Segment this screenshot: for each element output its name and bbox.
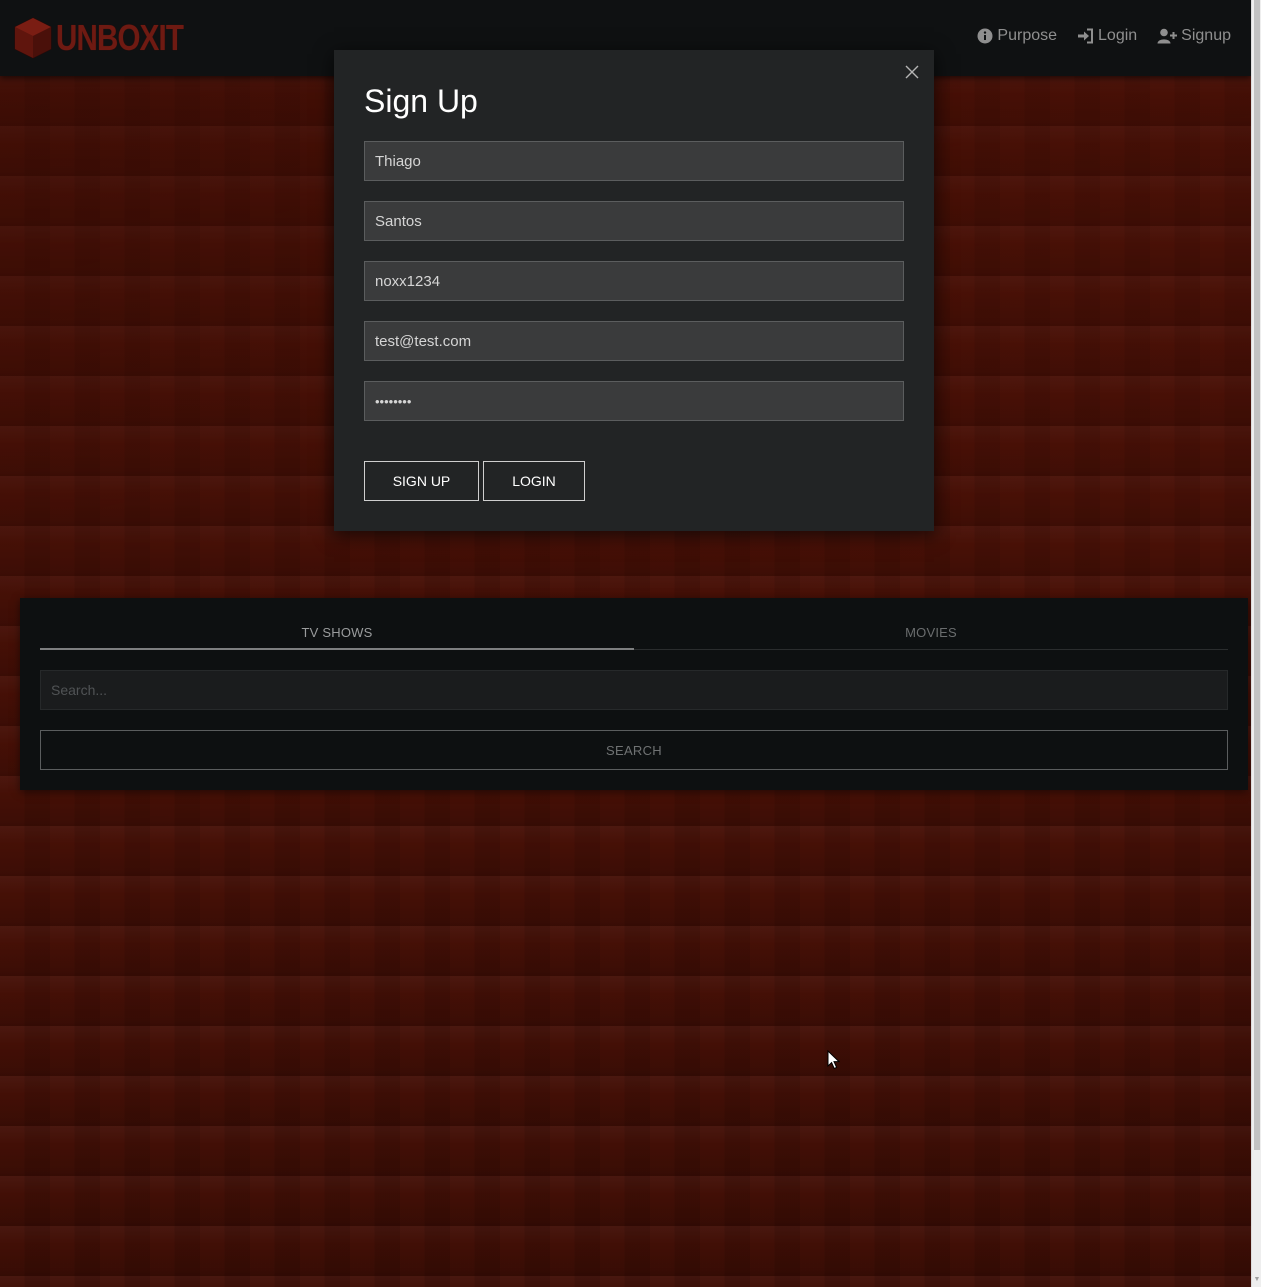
signup-button[interactable]: SIGN UP [364, 461, 479, 501]
scroll-down-arrow-icon[interactable]: ▼ [1253, 1276, 1261, 1284]
first-name-field[interactable] [364, 141, 904, 181]
search-input[interactable] [40, 670, 1228, 710]
info-circle-icon [977, 28, 993, 44]
sign-in-icon [1078, 28, 1094, 44]
nav-link-login[interactable]: Login [1077, 27, 1137, 45]
cube-logo-icon [14, 17, 52, 59]
nav-links: Purpose Login Signup [977, 27, 1231, 45]
nav-link-login-label: Login [1098, 27, 1138, 44]
tab-movies[interactable]: MOVIES [634, 621, 1228, 649]
media-tabs: TV SHOWS MOVIES [40, 621, 1228, 650]
nav-link-signup-label: Signup [1181, 27, 1231, 44]
tab-tv-shows[interactable]: TV SHOWS [40, 621, 634, 650]
last-name-field[interactable] [364, 201, 904, 241]
password-field[interactable] [364, 381, 904, 421]
username-field[interactable] [364, 261, 904, 301]
login-button[interactable]: LOGIN [483, 461, 585, 501]
mouse-cursor-icon [827, 1050, 841, 1070]
brand-name: UNBOXIT [56, 17, 184, 58]
close-icon[interactable] [904, 64, 920, 80]
email-field[interactable] [364, 321, 904, 361]
scrollbar-thumb[interactable] [1254, 0, 1260, 1150]
signup-modal: Sign Up SIGN UP LOGIN [334, 50, 934, 531]
user-plus-icon [1157, 28, 1178, 44]
search-panel: TV SHOWS MOVIES SEARCH [20, 598, 1248, 790]
nav-link-purpose-label: Purpose [997, 27, 1058, 44]
brand-logo[interactable]: UNBOXIT [12, 14, 211, 62]
search-button[interactable]: SEARCH [40, 730, 1228, 770]
scrollbar[interactable]: ▼ [1251, 0, 1261, 1287]
nav-link-signup[interactable]: Signup [1157, 27, 1231, 45]
nav-link-purpose[interactable]: Purpose [977, 27, 1057, 45]
modal-title: Sign Up [364, 83, 478, 119]
